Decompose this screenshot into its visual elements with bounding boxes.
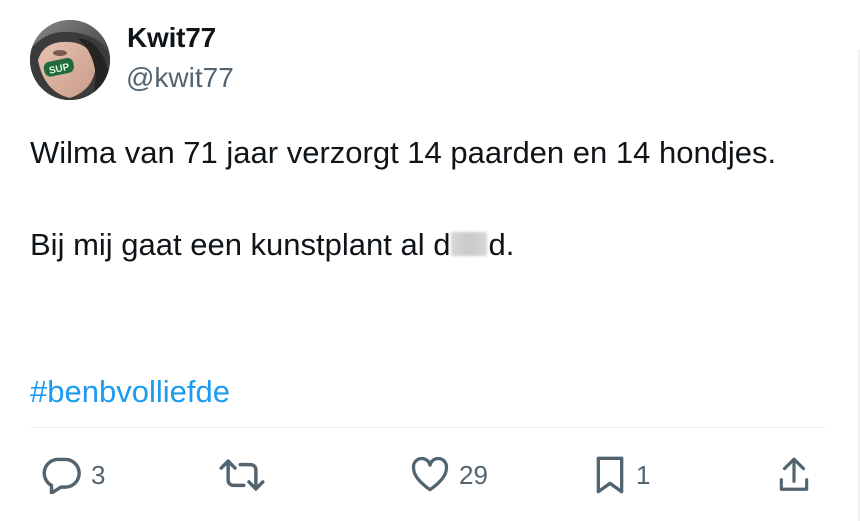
bookmark-icon bbox=[593, 455, 627, 495]
reply-count: 3 bbox=[91, 459, 106, 490]
reply-icon bbox=[40, 456, 82, 494]
tweet-card: SUP Kwit77 @kwit77 Wilma van 71 jaar ver… bbox=[0, 0, 860, 521]
avatar-image: SUP bbox=[30, 20, 110, 100]
tweet-line-1: Wilma van 71 jaar verzorgt 14 paarden en… bbox=[30, 135, 777, 170]
tweet-line-2-end: d. bbox=[488, 227, 515, 262]
reply-button[interactable]: 3 bbox=[40, 455, 105, 495]
tweet-line-2: Bij mij gaat een kunstplant al d d. bbox=[30, 222, 820, 268]
share-button[interactable] bbox=[776, 455, 812, 495]
like-count: 29 bbox=[459, 459, 488, 490]
bookmark-button[interactable]: 1 bbox=[593, 455, 650, 495]
hashtag-link[interactable]: #benbvolliefde bbox=[30, 369, 230, 415]
retweet-icon bbox=[216, 457, 268, 493]
divider bbox=[30, 427, 826, 428]
tweet-text: Wilma van 71 jaar verzorgt 14 paarden en… bbox=[30, 130, 820, 268]
tweet-line-2-start: Bij mij gaat een kunstplant al d bbox=[30, 227, 451, 262]
share-icon bbox=[776, 456, 812, 494]
retweet-button[interactable] bbox=[216, 455, 277, 495]
censor-blur bbox=[451, 232, 488, 256]
author-display-name[interactable]: Kwit77 bbox=[127, 22, 216, 54]
like-button[interactable]: 29 bbox=[410, 455, 488, 495]
bookmark-count: 1 bbox=[636, 459, 651, 490]
avatar[interactable]: SUP bbox=[30, 20, 110, 100]
like-icon bbox=[410, 457, 450, 493]
author-handle[interactable]: @kwit77 bbox=[126, 62, 234, 94]
